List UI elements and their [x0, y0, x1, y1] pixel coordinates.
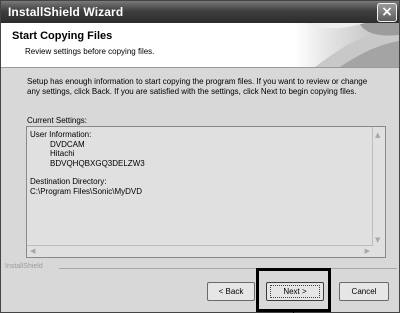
- next-button-label: Next >: [270, 285, 320, 298]
- page-title: Start Copying Files: [12, 30, 113, 42]
- title-bar[interactable]: InstallShield Wizard ×: [1, 1, 399, 23]
- current-settings-box[interactable]: User Information: DVDCAM Hitachi BDVQHQB…: [26, 126, 386, 258]
- page-subtitle: Review settings before copying files.: [25, 47, 155, 56]
- horizontal-scrollbar[interactable]: ◀ ▶: [27, 245, 373, 257]
- user-info-label: User Information:: [30, 130, 92, 139]
- back-button[interactable]: < Back: [207, 282, 255, 301]
- destination-label: Destination Directory:: [30, 177, 107, 186]
- user-name-value: DVDCAM: [50, 139, 85, 149]
- next-button[interactable]: Next >: [266, 282, 324, 301]
- serial-number-value: BDVQHQBXGQ3DELZW3: [50, 158, 145, 168]
- header-graphic: [295, 23, 399, 67]
- settings-content: User Information: DVDCAM Hitachi BDVQHQB…: [30, 130, 145, 196]
- scroll-left-icon[interactable]: ◀: [30, 246, 35, 256]
- current-settings-label: Current Settings:: [27, 116, 88, 125]
- instructions-text: Setup has enough information to start co…: [27, 77, 368, 96]
- close-icon: ×: [381, 4, 393, 20]
- window-title: InstallShield Wizard: [8, 5, 124, 19]
- cancel-button[interactable]: Cancel: [339, 282, 389, 301]
- installshield-brand: InstallShield: [5, 263, 43, 270]
- footer-divider: [59, 268, 397, 269]
- scroll-right-icon[interactable]: ▶: [365, 246, 370, 256]
- company-value: Hitachi: [50, 149, 75, 158]
- destination-value: C:\Program Files\Sonic\MyDVD: [30, 186, 143, 196]
- wizard-header: Start Copying Files Review settings befo…: [1, 23, 399, 68]
- scroll-up-icon[interactable]: ▲: [375, 130, 380, 140]
- callout-pointer: [293, 309, 294, 313]
- close-button[interactable]: ×: [377, 3, 397, 22]
- scroll-down-icon[interactable]: ▼: [375, 235, 380, 245]
- vertical-scrollbar[interactable]: ▲ ▼: [372, 127, 385, 245]
- installshield-wizard-window: InstallShield Wizard × Start Copying Fil…: [0, 0, 400, 313]
